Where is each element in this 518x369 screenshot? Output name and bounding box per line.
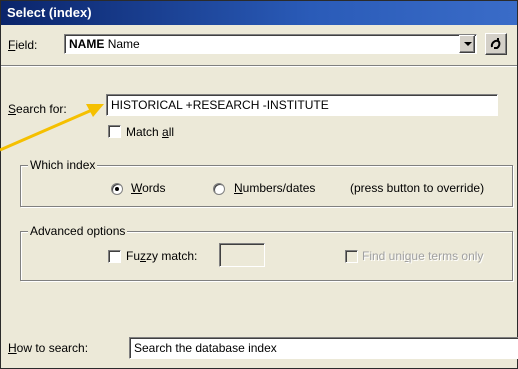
numbers-dates-radio[interactable] — [213, 183, 225, 195]
search-label: Search for: — [8, 102, 67, 116]
select-index-dialog: Select (index) Field: NAME Name Search f… — [0, 0, 518, 369]
lookup-button[interactable] — [485, 33, 507, 55]
field-value: NAME Name — [69, 37, 140, 51]
lookup-icon — [490, 38, 501, 49]
field-select[interactable]: NAME Name — [64, 34, 477, 54]
words-label: Words — [131, 181, 166, 195]
fuzzy-match-label: Fuzzy match: — [126, 249, 198, 263]
override-hint: (press button to override) — [350, 181, 485, 195]
match-all-checkbox[interactable] — [108, 125, 121, 138]
window-title: Select (index) — [1, 1, 517, 25]
field-code: NAME — [69, 37, 105, 51]
field-dropdown-button[interactable] — [459, 35, 475, 53]
advanced-options-title: Advanced options — [28, 224, 128, 238]
match-all-label: Match all — [126, 125, 175, 139]
which-index-title: Which index — [28, 158, 98, 172]
find-unique-checkbox[interactable] — [345, 250, 358, 263]
field-name: Name — [107, 37, 140, 51]
fuzzy-match-input[interactable] — [219, 243, 265, 267]
find-unique-label: Find unique terms only — [362, 249, 484, 263]
how-to-search-value: Search the database index — [134, 341, 277, 355]
how-to-search-label: How to search: — [8, 341, 89, 355]
numbers-dates-label: Numbers/dates — [234, 181, 316, 195]
how-to-search-select[interactable]: Search the database index — [129, 337, 518, 359]
search-input[interactable]: HISTORICAL +RESEARCH -INSTITUTE — [106, 94, 498, 116]
search-input-value: HISTORICAL +RESEARCH -INSTITUTE — [111, 98, 329, 112]
separator — [1, 65, 517, 67]
fuzzy-match-checkbox[interactable] — [108, 250, 121, 263]
words-radio[interactable] — [111, 183, 123, 195]
field-label: Field: — [8, 38, 38, 52]
